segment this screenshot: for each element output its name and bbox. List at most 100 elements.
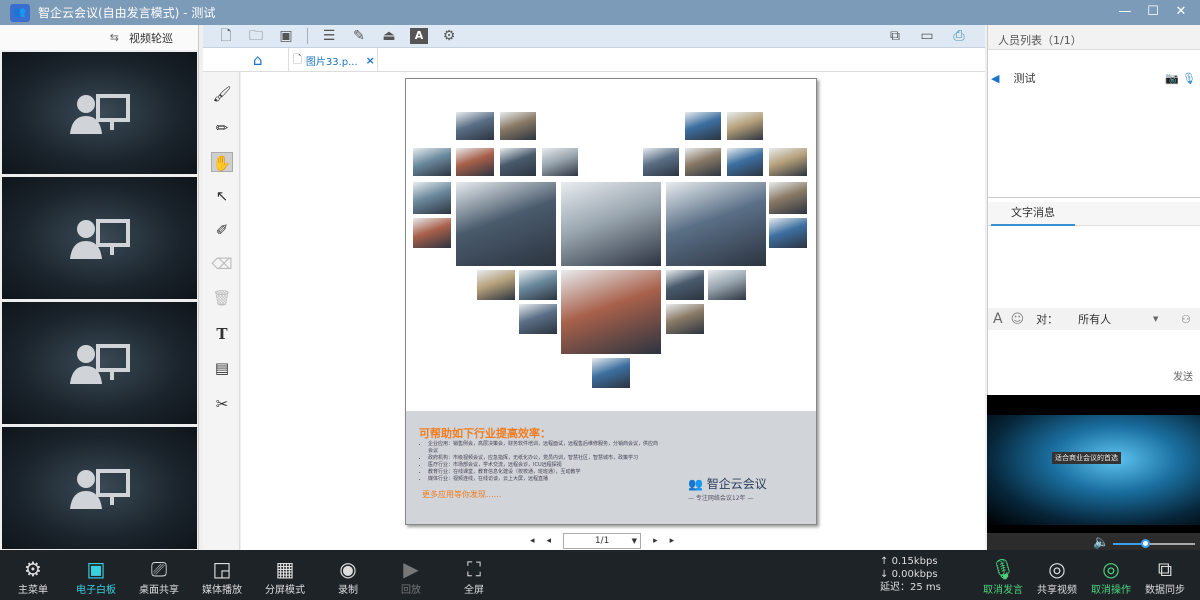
layout-button[interactable]: ▦ 分屏模式 xyxy=(255,557,315,596)
bullet-item: 企业应用：销售例会，高层决策会，财务软件培训，远程面试，远程售后维修服务，分销商… xyxy=(428,441,658,455)
first-page-button[interactable]: ◂ xyxy=(530,536,535,546)
scissors-icon[interactable]: ✂ xyxy=(211,394,233,414)
photo-thumbnail xyxy=(560,269,662,355)
text-a-icon[interactable]: A xyxy=(410,28,428,44)
button-label: 媒体播放 xyxy=(202,585,242,596)
pointer-icon[interactable]: ↖ xyxy=(211,186,233,206)
button-label: 主菜单 xyxy=(18,585,48,596)
rotate-icon: ⇆ xyxy=(109,31,119,44)
sync-button[interactable]: ⧉ 数据同步 xyxy=(1135,557,1195,596)
volume-slider[interactable] xyxy=(1113,539,1195,548)
presenter-icon xyxy=(70,94,130,134)
photo-thumbnail xyxy=(476,269,516,301)
video-preview: 适合商业会议的首选 🔈 xyxy=(987,395,1200,555)
photo-thumbnail xyxy=(412,147,452,177)
right-panel: 人员列表（1/1） ◀ 测试 📷 🎙 文字消息 A ☺ 对： 所有人 ▼ ⚇ 发… xyxy=(987,25,1200,395)
font-button[interactable]: A xyxy=(993,311,1003,327)
expand-icon[interactable]: ◀ xyxy=(991,72,999,85)
photo-thumbnail xyxy=(499,111,537,141)
brush-icon[interactable]: 🖌 xyxy=(211,84,233,104)
window-icon[interactable]: ▭ xyxy=(918,28,936,44)
button-label: 取消发言 xyxy=(983,585,1023,596)
open-folder-icon[interactable]: 🗀 xyxy=(247,28,265,44)
whiteboard-button[interactable]: ▣ 电子白板 xyxy=(66,557,126,596)
user-icon[interactable]: ⚇ xyxy=(1181,313,1191,326)
photo-thumbnail xyxy=(541,147,579,177)
tab-close-button[interactable]: × xyxy=(366,54,375,67)
gear-icon[interactable]: ⚙ xyxy=(440,28,458,44)
save-icon[interactable]: ▣ xyxy=(277,28,295,44)
video-caption: 适合商业会议的首选 xyxy=(1052,452,1121,464)
prev-page-button[interactable]: ◂ xyxy=(547,536,552,546)
bullet-item: 教育行业：在线课堂，教育信息化建设（校校通，班班通），互动教学 xyxy=(428,469,658,476)
photo-thumbnail xyxy=(665,269,705,301)
fullscreen-button[interactable]: ⛶ 全屏 xyxy=(444,557,504,596)
bullet-item: 政府机构：市级视频会议，应急指挥，无纸化办公，党员内训，智慧社区，智慧城市，政策… xyxy=(428,455,658,462)
stamp-icon[interactable]: ⏏ xyxy=(380,28,398,44)
camera-status-icon[interactable]: 📷 xyxy=(1165,72,1179,85)
more-text: 更多应用等你发现...... xyxy=(422,490,502,499)
text-icon[interactable]: T xyxy=(211,324,233,344)
next-page-button[interactable]: ▸ xyxy=(653,536,658,546)
photo-thumbnail xyxy=(768,217,808,249)
highlighter-icon[interactable]: ✐ xyxy=(211,220,233,240)
microphone-button[interactable]: 🎙 取消发言 xyxy=(973,557,1033,596)
page-select[interactable]: 1/1 ▼ xyxy=(563,533,642,549)
maximize-button[interactable]: ☐ xyxy=(1143,3,1163,21)
microphone-icon: 🎙 xyxy=(990,557,1016,581)
participants-header: 人员列表（1/1） xyxy=(988,25,1200,50)
edit-icon[interactable]: ✎ xyxy=(350,28,368,44)
video-tile[interactable] xyxy=(2,177,197,299)
button-label: 录制 xyxy=(338,585,358,596)
pen-icon[interactable]: ✏ xyxy=(211,118,233,138)
emoji-icon[interactable]: ☺ xyxy=(1011,312,1025,327)
tab-text-messages[interactable]: 文字消息 xyxy=(991,202,1075,226)
operation-button[interactable]: ◎ 取消操作 xyxy=(1081,557,1141,596)
chat-tabs: 文字消息 xyxy=(988,202,1200,226)
app-logo-icon: 👥 xyxy=(10,3,30,22)
hand-icon[interactable]: ✋ xyxy=(211,152,233,172)
volume-handle[interactable] xyxy=(1141,539,1150,548)
new-file-icon[interactable]: 🗋 xyxy=(217,28,235,44)
info-heading: 可帮助如下行业提高效率： xyxy=(419,427,551,440)
minimize-button[interactable]: — xyxy=(1115,3,1135,21)
photo-thumbnail xyxy=(707,269,747,301)
video-tile[interactable] xyxy=(2,302,197,424)
photo-thumbnail xyxy=(412,217,452,249)
trash-icon[interactable]: 🗑 xyxy=(211,288,233,308)
chevron-down-icon[interactable]: ▼ xyxy=(1153,315,1158,323)
gear-button[interactable]: ⚙ 主菜单 xyxy=(3,557,63,596)
play-icon: ▶ xyxy=(403,557,419,581)
video-rotation-toggle[interactable]: ⇆ 视频轮巡 xyxy=(0,25,198,50)
eraser-icon[interactable]: ⌫ xyxy=(211,254,233,274)
close-button[interactable]: ✕ xyxy=(1171,3,1191,21)
video-tile[interactable] xyxy=(2,427,197,549)
photo-thumbnail xyxy=(665,303,705,335)
participant-item[interactable]: ◀ 测试 📷 🎙 xyxy=(988,69,1200,87)
webcam-button[interactable]: ◎ 共享视频 xyxy=(1027,557,1087,596)
video-tile[interactable] xyxy=(2,52,197,174)
photo-thumbnail xyxy=(455,111,495,141)
bullet-item: 媒体行业：视频连线，在线访谈，云上大屏，远程直播 xyxy=(428,476,658,483)
button-label: 桌面共享 xyxy=(139,585,179,596)
list-icon[interactable]: ☰ xyxy=(320,28,338,44)
divider xyxy=(988,197,1200,198)
camera-icon[interactable]: ⧉ xyxy=(886,28,904,44)
cast-button[interactable]: ◲ 媒体播放 xyxy=(192,557,252,596)
tab-image33[interactable]: 🗋 图片33.p... × xyxy=(288,48,378,72)
last-page-button[interactable]: ▸ xyxy=(670,536,675,546)
volume-icon[interactable]: 🔈 xyxy=(1093,535,1109,550)
image-icon[interactable]: ▤ xyxy=(211,358,233,378)
gear-icon: ⚙ xyxy=(24,557,42,581)
send-button[interactable]: 发送 xyxy=(988,368,1200,383)
photo-thumbnail xyxy=(455,181,557,267)
record-button[interactable]: ◉ 录制 xyxy=(318,557,378,596)
desktop-share-button[interactable]: ⎚ 桌面共享 xyxy=(129,557,189,596)
microphone-status-icon[interactable]: 🎙 xyxy=(1182,72,1196,85)
recipient-select[interactable]: 所有人 xyxy=(1078,311,1111,327)
play-button[interactable]: ▶ 回放 xyxy=(381,557,441,596)
home-tab[interactable]: ⌂ xyxy=(253,51,263,69)
photo-thumbnail xyxy=(665,181,767,267)
print-icon[interactable]: ⎙ xyxy=(950,28,968,44)
drawing-tools: 🖌 ✏ ✋ ↖ ✐ ⌫ 🗑 T ▤ ✂ xyxy=(203,72,240,550)
